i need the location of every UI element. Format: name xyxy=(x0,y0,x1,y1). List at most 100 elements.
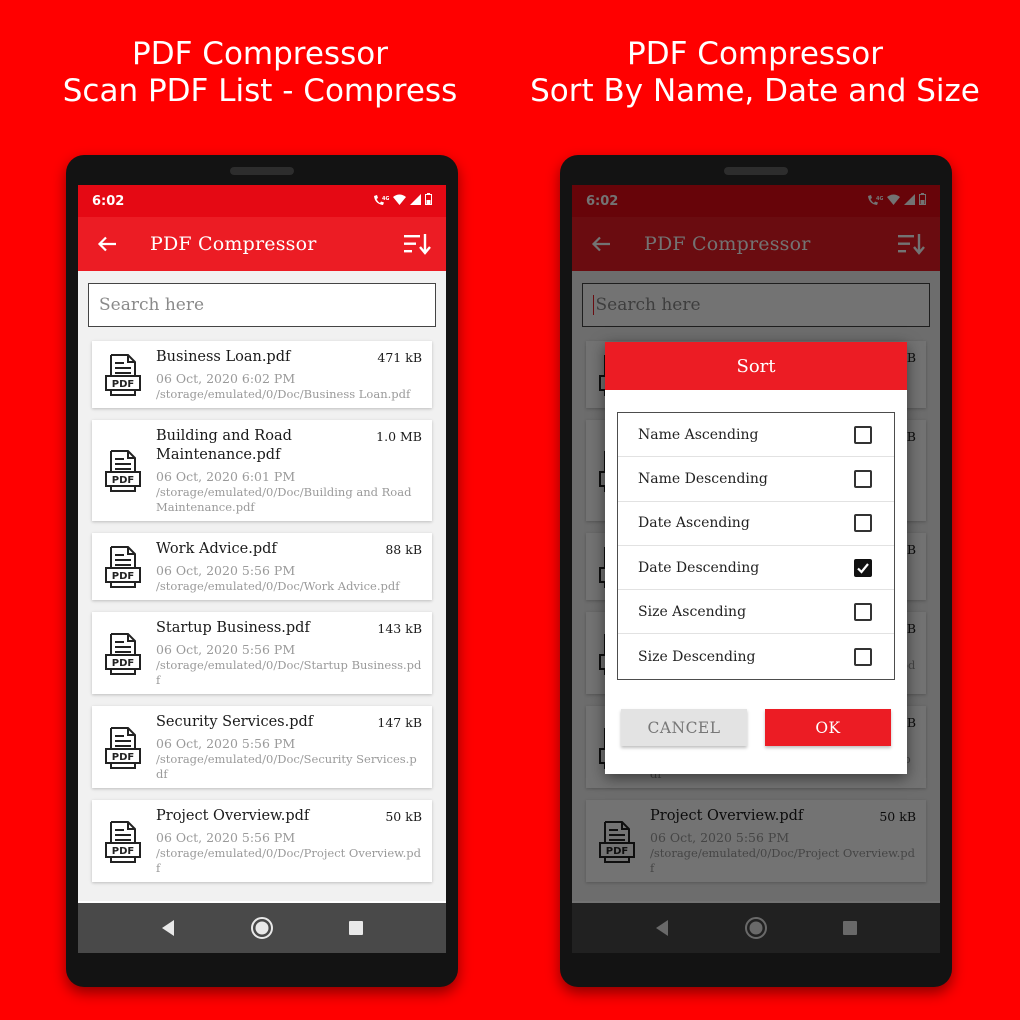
checkbox[interactable] xyxy=(854,602,872,621)
status-bar: 6:02 4G xyxy=(78,185,446,217)
sort-dialog: Sort Name Ascending Name Descending Date… xyxy=(605,342,907,774)
search-input[interactable] xyxy=(99,295,425,315)
file-item[interactable]: PDF Project Overview.pdf 50 kB 06 Oct, 20… xyxy=(92,800,432,882)
file-item-body: Project Overview.pdf 50 kB 06 Oct, 2020 5… xyxy=(156,807,422,876)
file-name: Project Overview.pdf xyxy=(156,808,310,824)
sort-option-name-descending[interactable]: Name Descending xyxy=(618,457,894,502)
search-box[interactable] xyxy=(88,283,436,327)
back-arrow-icon[interactable] xyxy=(90,227,124,261)
file-path: /storage/emulated/0/Doc/Work Advice.pdf xyxy=(156,579,400,593)
headline-right: PDF Compressor Sort By Name, Date and Si… xyxy=(505,36,1005,110)
headline-right-line1: PDF Compressor xyxy=(627,36,883,72)
file-item[interactable]: PDF Business Loan.pdf 471 kB 06 Oct, 2020… xyxy=(92,341,432,408)
svg-text:PDF: PDF xyxy=(112,475,134,486)
file-size: 147 kB xyxy=(377,715,422,730)
battery-icon xyxy=(425,193,432,209)
svg-text:PDF: PDF xyxy=(112,379,134,390)
pdf-file-icon: PDF xyxy=(104,348,144,402)
sort-option-label: Date Ascending xyxy=(638,515,750,532)
checkbox-checked[interactable] xyxy=(854,558,872,577)
checkbox[interactable] xyxy=(854,425,872,444)
headline-left-line2: Scan PDF List - Compress xyxy=(62,73,458,109)
pdf-file-icon: PDF xyxy=(104,713,144,782)
svg-text:PDF: PDF xyxy=(112,658,134,669)
call-4g-icon: 4G xyxy=(373,194,390,209)
file-date: 06 Oct, 2020 5:56 PM xyxy=(156,736,296,751)
sort-dialog-title: Sort xyxy=(605,342,907,390)
file-item-body: Business Loan.pdf 471 kB 06 Oct, 2020 6:0… xyxy=(156,348,422,402)
pdf-file-icon: PDF xyxy=(104,427,144,515)
sort-option-label: Size Descending xyxy=(638,648,756,665)
file-size: 1.0 MB xyxy=(376,429,422,444)
file-size: 471 kB xyxy=(377,350,422,365)
pdf-file-icon: PDF xyxy=(104,619,144,688)
pdf-file-icon: PDF xyxy=(104,540,144,594)
file-date: 06 Oct, 2020 5:56 PM xyxy=(156,642,296,657)
file-path: /storage/emulated/0/Doc/Building and Roa… xyxy=(156,485,412,514)
nav-recents-icon[interactable] xyxy=(344,916,368,940)
file-item[interactable]: PDF Work Advice.pdf 88 kB 06 Oct, 2020 5:… xyxy=(92,533,432,600)
headline-right-line2: Sort By Name, Date and Size xyxy=(530,73,980,109)
sort-option-label: Size Ascending xyxy=(638,603,747,620)
phone-speaker xyxy=(724,167,788,175)
nav-home-icon[interactable] xyxy=(250,916,274,940)
cancel-button[interactable]: CANCEL xyxy=(621,709,747,746)
file-name: Security Services.pdf xyxy=(156,714,314,730)
dialog-actions: CANCEL OK xyxy=(621,709,891,746)
checkbox[interactable] xyxy=(854,469,872,488)
file-path: /storage/emulated/0/Doc/Startup Business… xyxy=(156,658,422,687)
file-path: /storage/emulated/0/Doc/Business Loan.pd… xyxy=(156,387,411,401)
sort-option-label: Date Descending xyxy=(638,559,760,576)
file-item[interactable]: PDF Security Services.pdf 147 kB 06 Oct, … xyxy=(92,706,432,788)
file-date: 06 Oct, 2020 5:56 PM xyxy=(156,563,296,578)
system-nav-bar xyxy=(78,903,446,953)
svg-text:PDF: PDF xyxy=(112,846,134,857)
svg-text:4G: 4G xyxy=(382,196,389,202)
content-area: PDF Business Loan.pdf 471 kB 06 Oct, 2020… xyxy=(78,271,446,901)
toolbar-title: PDF Compressor xyxy=(150,233,317,255)
sort-option-label: Name Ascending xyxy=(638,426,759,443)
file-item-body: Security Services.pdf 147 kB 06 Oct, 2020… xyxy=(156,713,422,782)
file-size: 88 kB xyxy=(385,542,422,557)
wifi-icon xyxy=(393,194,406,209)
file-item-body: Building and Road Maintenance.pdf1.0 MB … xyxy=(156,427,422,515)
sort-option-date-ascending[interactable]: Date Ascending xyxy=(618,502,894,546)
file-name: Business Loan.pdf xyxy=(156,349,291,365)
file-name: Building and Road Maintenance.pdf xyxy=(156,428,292,463)
status-time: 6:02 xyxy=(92,193,125,209)
file-list: PDF Business Loan.pdf 471 kB 06 Oct, 2020… xyxy=(88,341,436,882)
sort-option-label: Name Descending xyxy=(638,470,768,487)
pdf-file-icon: PDF xyxy=(104,807,144,876)
file-item[interactable]: PDF Building and Road Maintenance.pdf 1.0… xyxy=(92,420,432,521)
checkbox[interactable] xyxy=(854,514,872,533)
sort-options: Name Ascending Name Descending Date Asce… xyxy=(617,412,895,680)
headline-left-line1: PDF Compressor xyxy=(132,36,388,72)
file-name: Work Advice.pdf xyxy=(156,541,277,557)
checkmark-icon xyxy=(857,562,869,574)
file-item-body: Startup Business.pdf 143 kB 06 Oct, 2020 … xyxy=(156,619,422,688)
nav-back-icon[interactable] xyxy=(156,916,180,940)
sort-icon[interactable] xyxy=(402,228,434,260)
svg-text:PDF: PDF xyxy=(112,752,134,763)
file-path: /storage/emulated/0/Doc/Security Service… xyxy=(156,752,417,781)
phone-right: 6:02 4G PDF Compressor xyxy=(560,155,952,987)
sort-option-date-descending[interactable]: Date Descending xyxy=(618,546,894,591)
screen-file-list: 6:02 4G PDF Compressor Search here PDF B… xyxy=(78,185,446,953)
app-toolbar: PDF Compressor xyxy=(78,217,446,271)
ok-button[interactable]: OK xyxy=(765,709,891,746)
file-date: 06 Oct, 2020 6:02 PM xyxy=(156,371,296,386)
phone-speaker xyxy=(230,167,294,175)
file-size: 143 kB xyxy=(377,621,422,636)
sort-option-name-ascending[interactable]: Name Ascending xyxy=(618,413,894,458)
file-item[interactable]: PDF Startup Business.pdf 143 kB 06 Oct, 2… xyxy=(92,612,432,694)
signal-icon xyxy=(410,193,421,209)
sort-option-size-descending[interactable]: Size Descending xyxy=(618,634,894,678)
svg-text:PDF: PDF xyxy=(112,571,134,582)
file-size: 50 kB xyxy=(385,809,422,824)
screen-sort-dialog: 6:02 4G PDF Compressor xyxy=(572,185,940,953)
file-item-body: Work Advice.pdf 88 kB 06 Oct, 2020 5:56 P… xyxy=(156,540,422,594)
sort-option-size-ascending[interactable]: Size Ascending xyxy=(618,590,894,635)
checkbox[interactable] xyxy=(854,647,872,666)
file-date: 06 Oct, 2020 6:01 PM xyxy=(156,469,296,484)
file-name: Startup Business.pdf xyxy=(156,620,310,636)
